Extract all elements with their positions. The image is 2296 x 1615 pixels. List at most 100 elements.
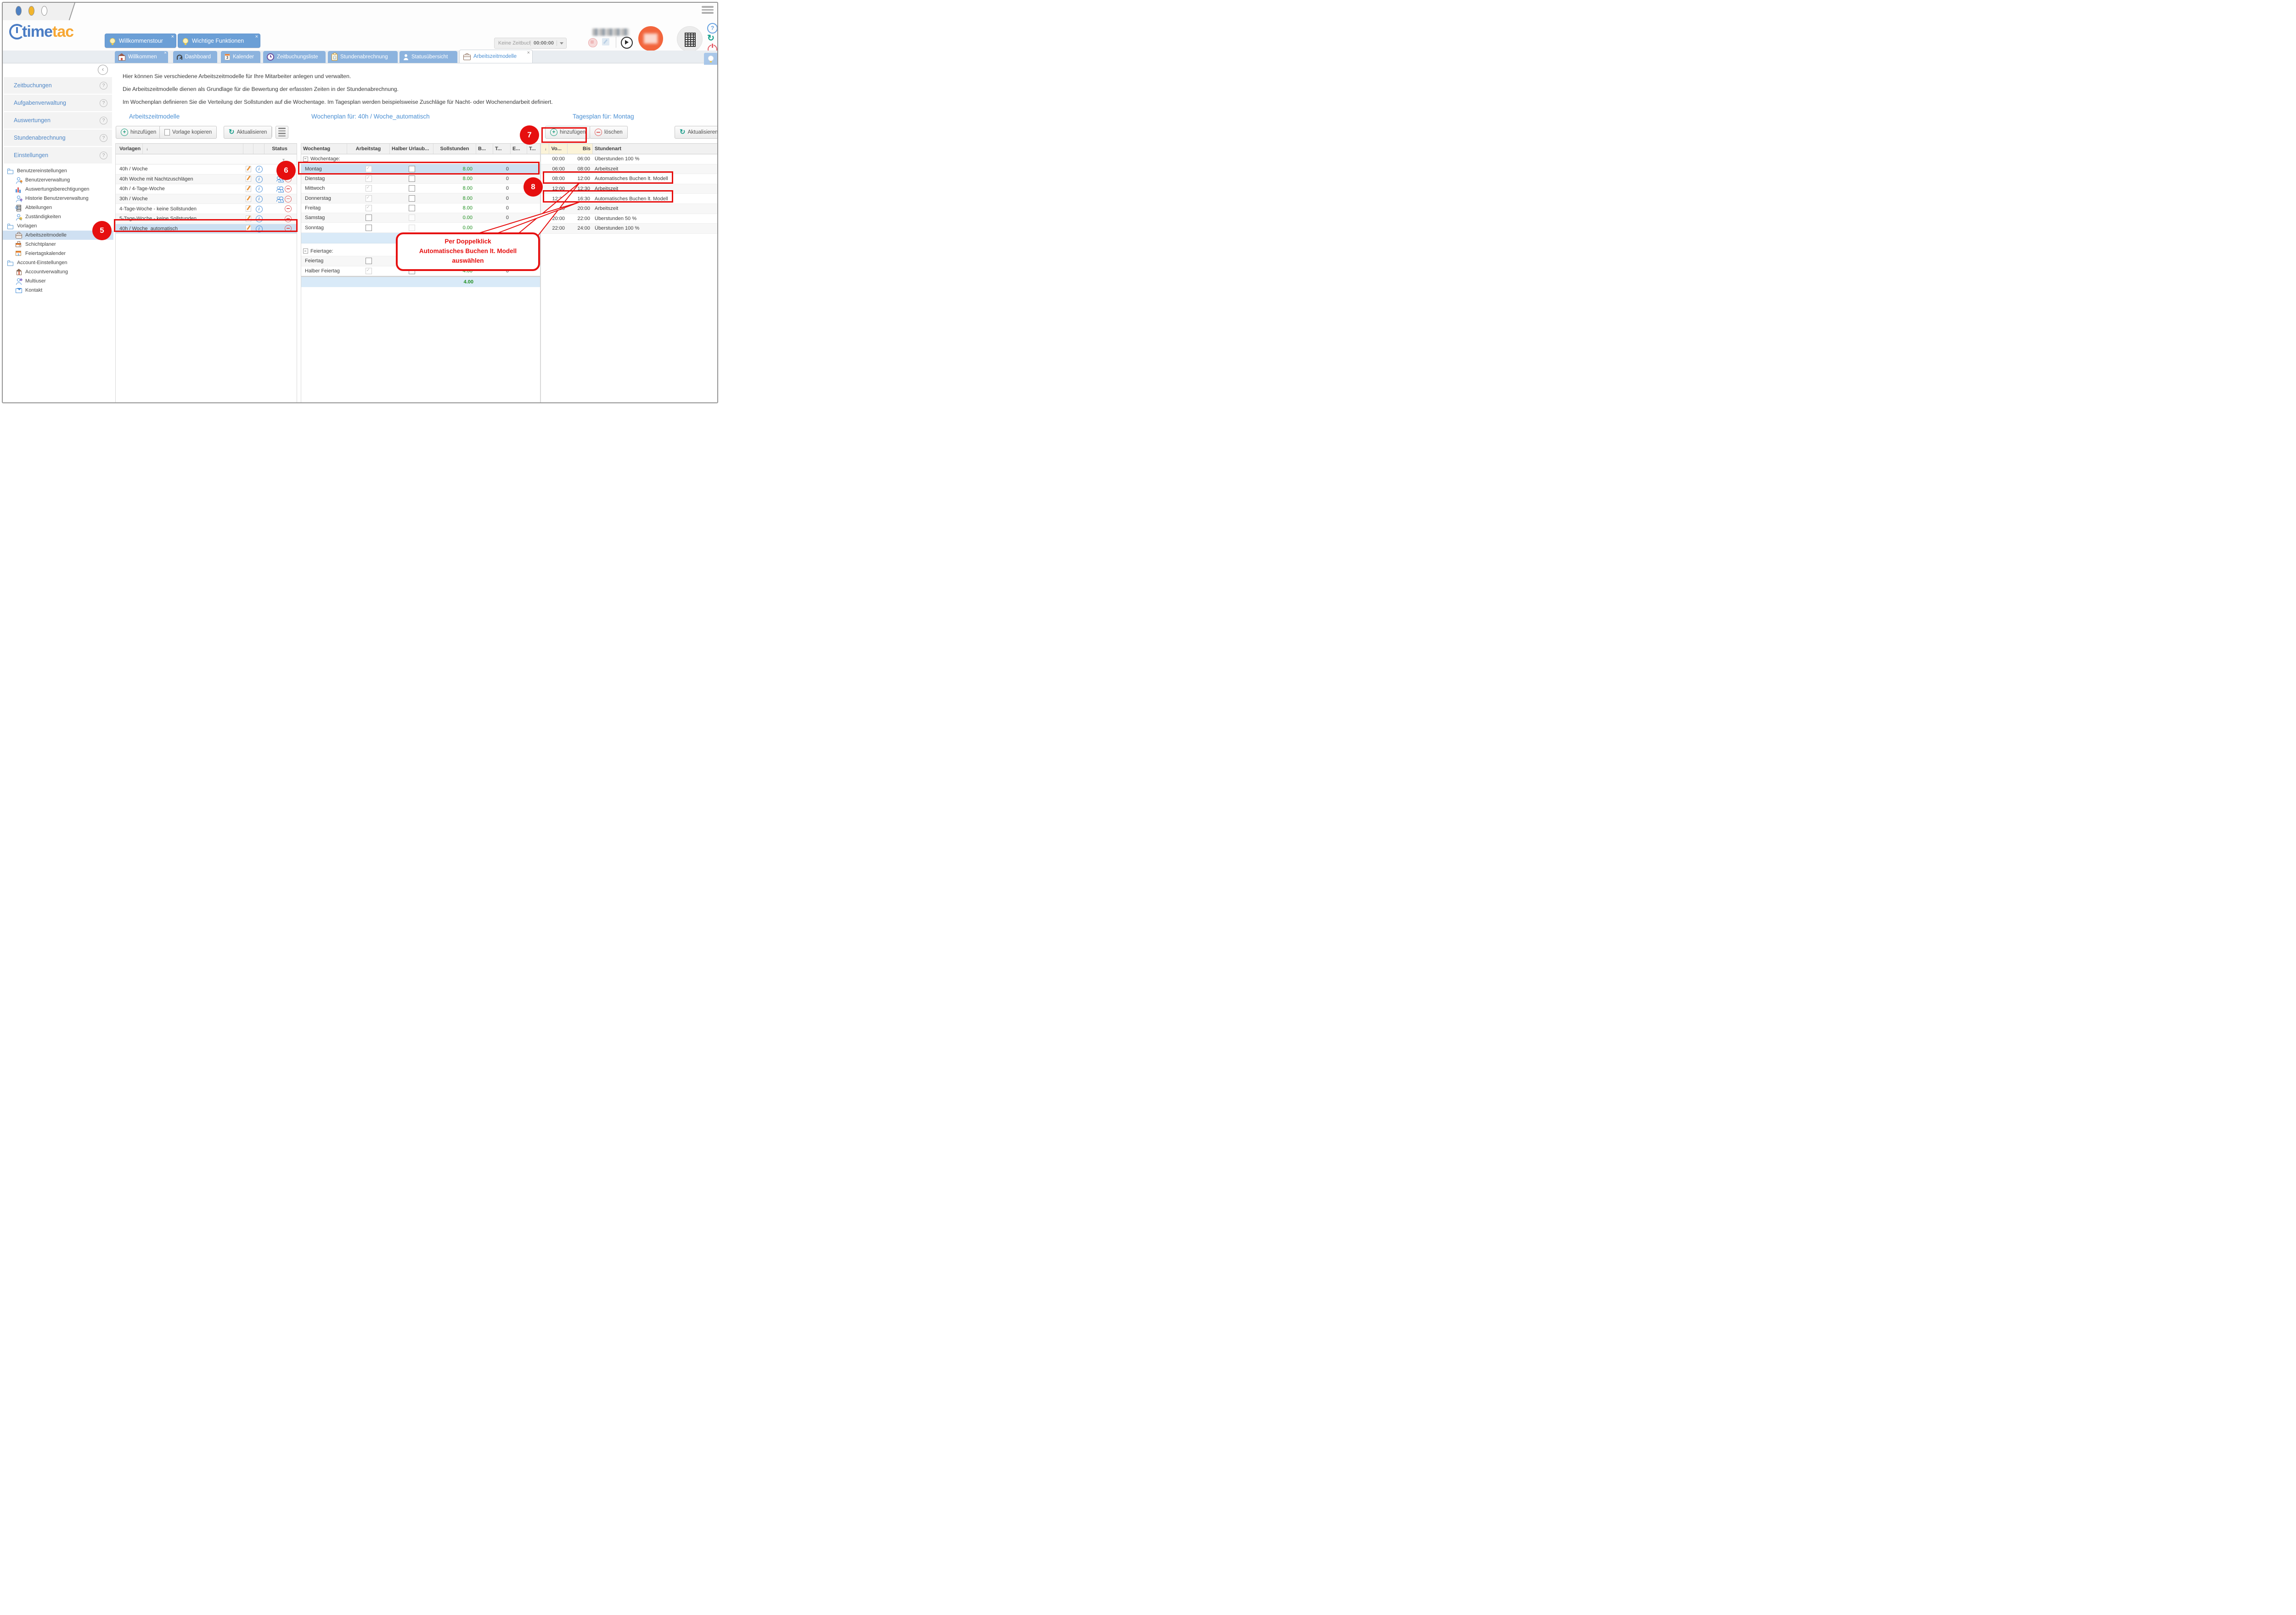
sidebar-section[interactable]: Zeitbuchungen ? [4,77,112,94]
half-vacation-checkbox[interactable] [409,205,415,211]
workday-checkbox[interactable] [366,225,372,231]
weekday-row[interactable]: Mittwoch 8.00 0 [301,184,540,193]
tab-kalender[interactable]: Kalender [221,51,260,63]
half-vacation-checkbox[interactable] [409,185,415,192]
weekday-row[interactable]: Donnerstag 8.00 0 [301,193,540,203]
tab-statusuebersicht[interactable]: Statusübersicht [400,51,457,63]
window-button-maximize[interactable] [41,6,47,16]
model-row[interactable]: 30h / Woche i [116,194,297,204]
time-tracking-widget[interactable]: Keine Zeitbuchung... 00:00:00 [494,38,567,49]
help-icon[interactable]: ? [100,152,107,159]
info-icon[interactable]: i [256,206,263,213]
sidebar-tree-item[interactable]: Benutzerverwaltung [3,175,113,185]
help-icon[interactable]: ? [100,82,107,90]
refresh-dayplan-button[interactable]: ↻ Aktualisieren [675,126,718,139]
help-icon[interactable]: ? [100,134,107,142]
column-header-von[interactable]: ↓Vo... [541,144,568,154]
sidebar-section[interactable]: Einstellungen ? [4,147,112,164]
avatar[interactable] [638,26,663,51]
column-header-status[interactable]: Status [264,144,295,154]
tour-button-willkommenstour[interactable]: Willkommenstour × [105,34,176,48]
tour-toggle-button[interactable] [704,53,718,65]
info-icon[interactable]: i [256,186,263,192]
sidebar-tree-item[interactable]: Multiuser [3,277,113,286]
info-icon[interactable]: i [256,176,263,183]
sidebar-section[interactable]: Aufgabenverwaltung ? [4,95,112,111]
sidebar-tree-item[interactable]: Zuständigkeiten [3,212,113,221]
list-menu-button[interactable] [276,126,288,139]
workday-checkbox[interactable] [366,258,372,264]
sidebar-tree-item[interactable]: Kontakt [3,286,113,295]
workday-checkbox[interactable] [366,205,372,211]
add-model-button[interactable]: + hinzufügen [116,126,161,139]
half-vacation-checkbox[interactable] [409,225,415,231]
weekday-row[interactable]: Dienstag 8.00 0 [301,174,540,184]
edit-pencil-icon[interactable] [246,175,251,182]
column-header-vorlagen[interactable]: Vorlagen ↓ [116,144,243,154]
model-row[interactable]: 40h Woche mit Nachtzuschlägen i [116,175,297,185]
refresh-models-button[interactable]: ↻ Aktualisieren [224,126,272,139]
close-icon[interactable]: × [164,51,167,56]
close-icon[interactable]: × [527,50,530,56]
close-icon[interactable]: × [171,34,174,40]
workday-checkbox[interactable] [366,185,372,192]
play-icon[interactable] [621,37,633,49]
edit-pencil-icon[interactable] [246,186,251,192]
interval-row[interactable]: 22:00 24:00 Überstunden 100 % [541,224,718,234]
pencil-icon[interactable] [602,38,609,45]
tour-button-wichtige-funktionen[interactable]: Wichtige Funktionen × [178,34,260,48]
model-row[interactable]: 40h / 4-Tage-Woche i [116,184,297,194]
copy-template-button[interactable]: Vorlage kopieren [159,126,217,139]
weekday-row[interactable]: Freitag 8.00 0 [301,203,540,213]
column-header-e[interactable]: E... [511,144,527,154]
collapse-group-icon[interactable] [303,248,308,254]
collapse-group-icon[interactable] [303,157,308,162]
sidebar-section[interactable]: Auswertungen ? [4,112,112,129]
sidebar-tree-item[interactable]: Accountverwaltung [3,267,113,277]
column-header-t1[interactable]: T... [493,144,511,154]
info-icon[interactable]: i [256,166,263,173]
tab-arbeitszeitmodelle[interactable]: Arbeitszeitmodelle × [459,50,533,63]
workday-checkbox[interactable] [366,215,372,221]
workday-checkbox[interactable] [366,195,372,202]
column-header-arbeitstag[interactable]: Arbeitstag [347,144,390,154]
deactivate-icon[interactable] [285,196,292,203]
column-header-t2[interactable]: T... [527,144,539,154]
column-header-halber-urlaub[interactable]: Halber Urlaub... [390,144,433,154]
interval-row[interactable]: 20:00 22:00 Überstunden 50 % [541,214,718,224]
sidebar-tree-item[interactable]: Account-Einstellungen [3,258,113,267]
column-header-wochentag[interactable]: Wochentag [301,144,347,154]
sidebar-collapse-button[interactable]: ‹ [98,65,108,75]
interval-row[interactable]: 16:30 20:00 Arbeitszeit [541,204,718,214]
tab-willkommen[interactable]: Willkommen × [115,51,168,63]
column-header-b[interactable]: B... [476,144,493,154]
sidebar-tree-item[interactable]: Benutzereinstellungen [3,166,113,175]
interval-row[interactable]: 00:00 06:00 Überstunden 100 % [541,154,718,164]
organization-button[interactable] [677,26,703,52]
hamburger-icon[interactable] [702,6,714,14]
window-button-close[interactable] [16,6,22,16]
column-header-stundenart[interactable]: Stundenart [593,144,718,154]
sidebar-tree-item[interactable]: Schichtplaner [3,240,113,249]
deactivate-icon[interactable] [285,186,292,192]
column-header-bis[interactable]: Bis [568,144,593,154]
assigned-users-icon[interactable] [276,197,283,202]
delete-interval-button[interactable]: löschen [590,126,628,139]
stop-icon[interactable] [588,38,597,47]
model-row[interactable]: 4-Tage-Woche - keine Sollstunden i [116,204,297,214]
model-row[interactable]: 40h / Woche i [116,164,297,175]
edit-pencil-icon[interactable] [246,196,251,202]
window-button-minimize[interactable] [28,6,34,16]
sidebar-section[interactable]: Stundenabrechnung ? [4,130,112,146]
half-vacation-checkbox[interactable] [409,195,415,202]
edit-pencil-icon[interactable] [246,166,251,172]
sidebar-tree-item[interactable]: Auswertungsberechtigungen [3,185,113,194]
deactivate-icon[interactable] [285,205,292,212]
help-icon[interactable]: ? [100,117,107,124]
sidebar-tree-item[interactable]: Abteilungen [3,203,113,212]
help-icon[interactable]: ? [100,99,107,107]
column-header-sollstunden[interactable]: Sollstunden [433,144,476,154]
tab-zeitbuchungsliste[interactable]: Zeitbuchungsliste [263,51,326,63]
models-filter-row[interactable]: ▾ [116,154,297,164]
half-vacation-checkbox[interactable] [409,175,415,182]
